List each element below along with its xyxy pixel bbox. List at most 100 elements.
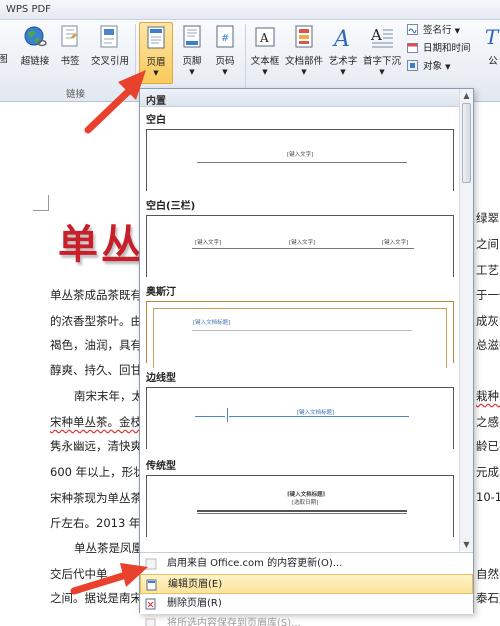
body-line[interactable]: 的浓香型茶叶。由 [50, 313, 142, 329]
chevron-down-icon: ▼ [340, 68, 346, 76]
docparts-button[interactable]: 文档部件 ▼ [284, 22, 324, 80]
placeholder-date: [选取日期] [292, 500, 319, 506]
menu-save-label: 将所选内容保存到页眉库(S)... [167, 618, 301, 626]
body-line-fragment[interactable]: 龄已在 [476, 438, 500, 454]
signature-line-button[interactable]: 签名行 ▼ [407, 22, 460, 39]
formula-button[interactable]: T 公 [482, 22, 500, 80]
title-bar: WPS PDF [0, 0, 500, 20]
pagenum-button[interactable]: # 页码 ▼ [210, 22, 240, 80]
sideline-marker [227, 408, 228, 422]
header-rule [192, 330, 412, 331]
body-line[interactable]: 醇爽、持久、回甘 [50, 362, 142, 378]
gallery-item-name: 空白 [146, 115, 166, 126]
formula-icon: T [485, 25, 500, 49]
object-button[interactable]: 对象 ▼ [407, 58, 450, 75]
textbox-icon: A [255, 27, 275, 47]
group-separator [245, 24, 246, 98]
body-line[interactable]: 斤左右。2013 年 [50, 515, 140, 531]
body-line-fragment[interactable]: 之感， [476, 414, 500, 430]
body-line[interactable]: 之间。据说是南宋 [50, 590, 142, 606]
menu-edit-label: 编辑页眉(E) [168, 579, 223, 590]
gallery-item-name: 传统型 [146, 461, 176, 472]
textbox-button[interactable]: A 文本框 ▼ [249, 22, 281, 80]
body-line-fragment[interactable]: 10-1 [476, 490, 500, 504]
menu-delete-header[interactable]: 删除页眉(R) [140, 594, 473, 614]
body-line[interactable]: 600 年以上，形状 [50, 464, 145, 480]
delete-header-icon [145, 598, 156, 610]
body-line-fragment[interactable]: 之间的 [476, 236, 500, 252]
save-gallery-icon [145, 618, 156, 626]
scroll-thumb[interactable] [462, 103, 471, 183]
wordart-label: 艺术字 [328, 56, 358, 67]
dropcap-button[interactable]: A 首字下沉 ▼ [362, 22, 402, 80]
chevron-down-icon: ▼ [445, 63, 451, 71]
crossref-button[interactable]: 交叉引用 [88, 22, 132, 80]
document-title[interactable]: 单丛 [58, 212, 144, 270]
body-line[interactable]: 宋种单丛茶。金枝 [50, 414, 142, 430]
menu-edit-header[interactable]: 编辑页眉(E) [140, 574, 473, 594]
header-rule [197, 510, 407, 512]
header-rule [197, 513, 407, 514]
header-menu: 启用来自 Office.com 的内容更新(O)... 编辑页眉(E) 删除页眉… [140, 552, 473, 626]
menu-delete-label: 删除页眉(R) [167, 598, 222, 609]
dropcap-icon: A [370, 26, 393, 48]
datetime-button[interactable]: 日期和时间 [407, 40, 471, 57]
bookmark-label: 书签 [60, 56, 80, 67]
globe-link-icon [24, 26, 47, 47]
chevron-down-icon: ▼ [262, 68, 268, 76]
footer-page-icon [183, 25, 201, 48]
gallery-section-title: 内置 [140, 89, 473, 107]
chevron-down-icon: ▼ [189, 68, 195, 76]
placeholder-text: [键入文字] [382, 240, 409, 246]
footer-button[interactable]: 页脚 ▼ [177, 22, 207, 80]
body-line-fragment[interactable]: 总滋味 [476, 337, 500, 353]
body-line[interactable]: 单丛茶是凤凰 [74, 540, 143, 556]
office-update-icon [145, 558, 157, 570]
body-line-fragment[interactable]: 自然杂 [476, 566, 500, 582]
body-line[interactable]: 南宋末年，太 [74, 388, 143, 404]
gallery-item-blank-three-column[interactable]: [键入文字] [键入文字] [键入文字] [146, 215, 454, 277]
group-separator [135, 24, 136, 98]
group-label-links: 链接 [66, 89, 86, 100]
scroll-down-icon[interactable]: ▼ [462, 540, 471, 549]
menu-save-to-gallery[interactable]: 将所选内容保存到页眉库(S)... [140, 614, 473, 626]
body-line-fragment[interactable]: 于一体 [476, 287, 500, 303]
bookmark-button[interactable]: 书签 [56, 22, 84, 80]
body-line-fragment[interactable]: 绿翠、 [476, 210, 500, 226]
datetime-label: 日期和时间 [423, 43, 471, 54]
gallery-item-traditional[interactable]: [键入文档标题] [选取日期] [146, 475, 454, 537]
document-parts-icon [295, 25, 313, 48]
signature-icon [407, 24, 418, 35]
body-line-fragment[interactable]: 泰石鼓 [476, 590, 500, 606]
cut-off-button[interactable]: 图 [0, 22, 10, 80]
gallery-item-sideline[interactable]: [键入文档标题] [146, 387, 454, 449]
gallery-item-austin[interactable]: [键入文档标题] [146, 301, 454, 368]
body-line[interactable]: 宋种茶现为单丛茶 [50, 490, 142, 506]
body-line-fragment[interactable]: 成灰黄 [476, 313, 500, 329]
gallery-scrollbar[interactable]: ▲ ▼ [459, 89, 473, 551]
gallery-item-blank[interactable]: [键入文字] [146, 129, 454, 191]
svg-text:A: A [259, 31, 269, 45]
header-gallery: 空白 [键入文字] 空白(三栏) [键入文字] [键入文字] [键入文字] 奥斯… [140, 107, 460, 552]
chevron-down-icon: ▼ [222, 68, 228, 76]
body-line-fragment[interactable]: 工艺 [476, 262, 499, 278]
chevron-down-icon: ▼ [301, 68, 307, 76]
body-line[interactable]: 单丛茶成品茶既有 [50, 287, 142, 303]
body-line-fragment[interactable]: 栽种了 [476, 388, 500, 404]
dropcap-label: 首字下沉 [362, 56, 401, 67]
body-line-fragment[interactable]: 元成 [476, 464, 499, 480]
header-button[interactable]: 页眉 ▼ [139, 22, 173, 84]
hyperlink-button[interactable]: 超链接 [18, 22, 52, 80]
header-label: 页眉 [146, 57, 166, 68]
header-rule [195, 416, 225, 417]
body-line[interactable]: 隽永幽远，清快爽 [50, 438, 142, 454]
body-line[interactable]: 褐色，油润，具有 [50, 337, 142, 353]
body-line[interactable]: 交后代中单 [50, 566, 108, 582]
chevron-down-icon: ▼ [153, 69, 159, 77]
cut-off-label: 图 [0, 54, 8, 65]
wordart-button[interactable]: A 艺术字 ▼ [327, 22, 359, 80]
chevron-down-icon: ▼ [379, 68, 385, 76]
scroll-up-icon[interactable]: ▲ [462, 91, 471, 100]
menu-update-content[interactable]: 启用来自 Office.com 的内容更新(O)... [140, 554, 473, 574]
header-rule [192, 248, 414, 249]
